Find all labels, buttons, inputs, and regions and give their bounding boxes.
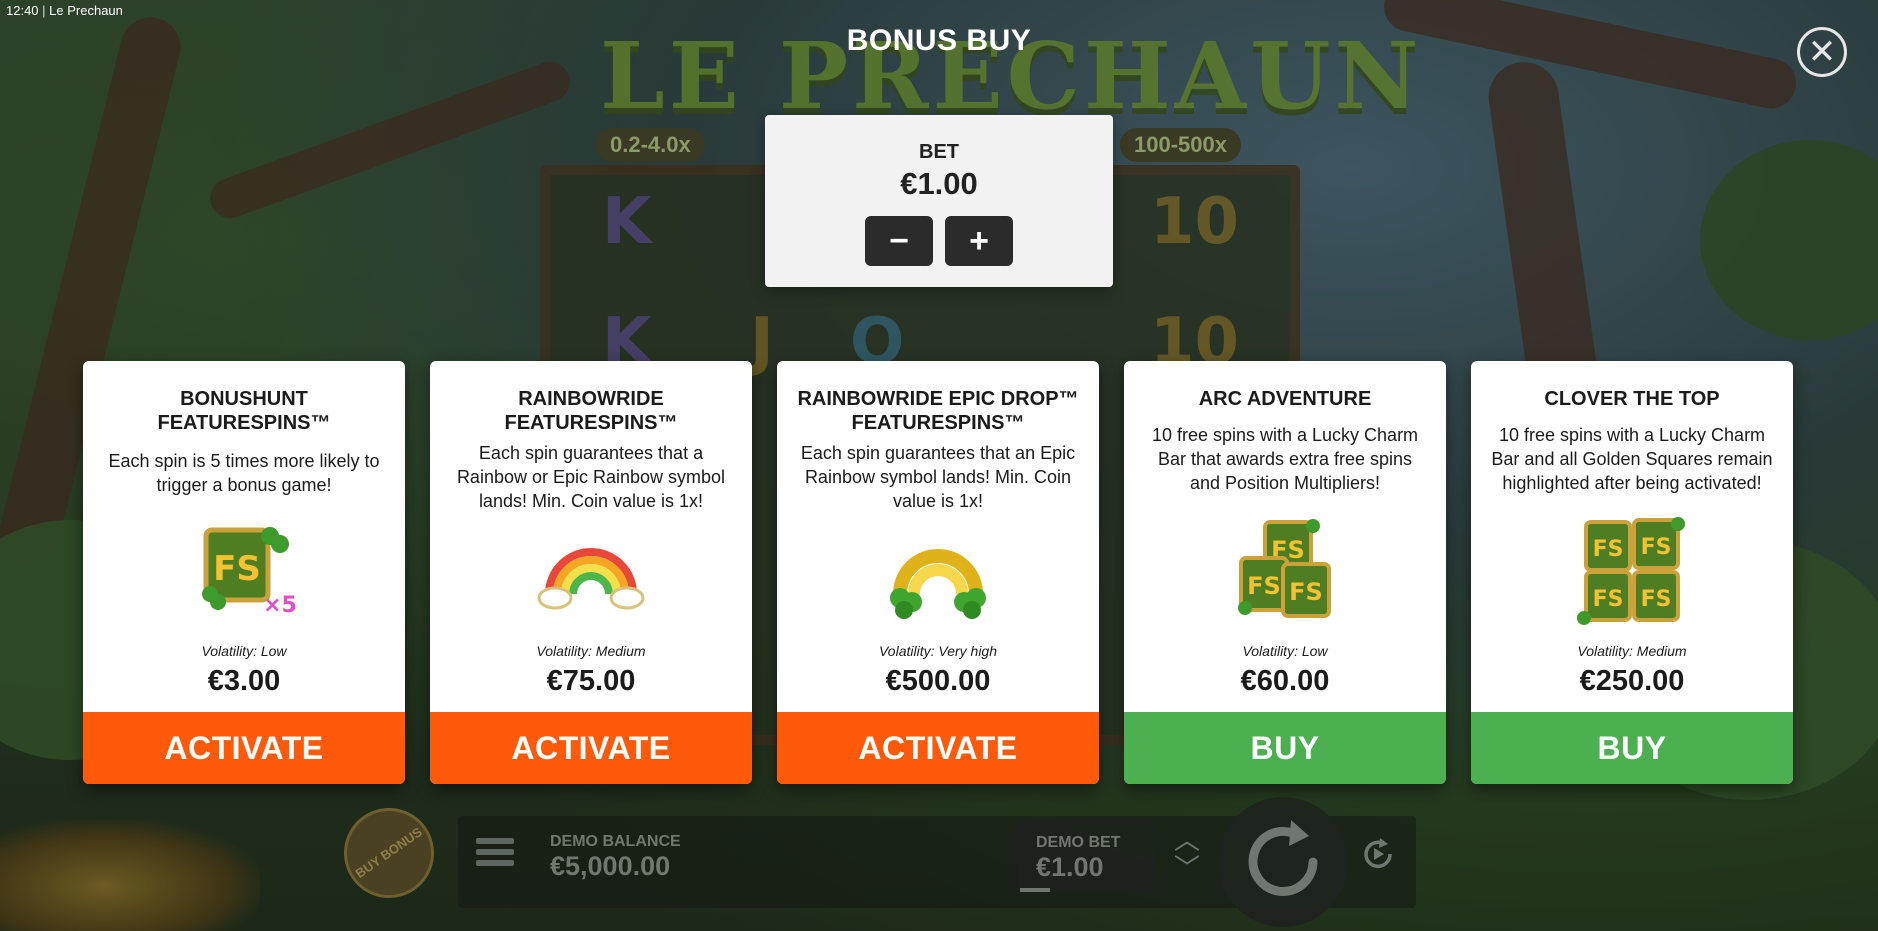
svg-text:×5: ×5 xyxy=(263,593,297,618)
demo-balance-label: DEMO BALANCE xyxy=(550,833,681,850)
bonus-card-bonushunt: BONUSHUNT FEATURESPINS™ Each spin is 5 t… xyxy=(83,361,405,784)
plus-icon: + xyxy=(969,221,989,260)
card-price: €3.00 xyxy=(207,665,281,697)
buy-button[interactable]: BUY xyxy=(1124,712,1446,784)
decrease-bet-button[interactable]: − xyxy=(865,216,933,266)
increase-bet-button[interactable]: + xyxy=(945,216,1013,266)
bonus-card-rainbowride: RAINBOWRIDE FEATURESPINS™ Each spin guar… xyxy=(430,361,752,784)
clock: 12:40 xyxy=(6,3,39,18)
demo-bet-value: €1.00 xyxy=(1036,852,1104,882)
minus-icon: − xyxy=(889,221,909,260)
svg-text:FS: FS xyxy=(1641,535,1672,560)
gold-coins-pile xyxy=(0,820,260,931)
card-volatility: Volatility: Low xyxy=(201,643,287,659)
activate-button[interactable]: ACTIVATE xyxy=(430,712,752,784)
card-price: €60.00 xyxy=(1240,665,1330,697)
bonus-cards: BONUSHUNT FEATURESPINS™ Each spin is 5 t… xyxy=(83,361,1795,784)
card-price: €75.00 xyxy=(546,665,636,697)
menu-button[interactable] xyxy=(476,838,514,872)
card-description: 10 free spins with a Lucky Charm Bar tha… xyxy=(1151,425,1419,493)
demo-balance-value: €5,000.00 xyxy=(550,851,671,881)
card-volatility: Volatility: Low xyxy=(1242,643,1328,659)
card-title: BONUSHUNT FEATURESPINS™ xyxy=(157,388,331,434)
spin-icon xyxy=(1248,820,1318,896)
multiplier-range-right: 100-500x xyxy=(1120,128,1241,162)
status-bar: 12:40 | Le Prechaun xyxy=(6,3,123,18)
modal-title: BONUS BUY xyxy=(846,24,1032,57)
card-price: €500.00 xyxy=(885,665,991,697)
app-title: Le Prechaun xyxy=(49,3,123,18)
rainbow-icon xyxy=(531,516,651,626)
demo-bet-label: DEMO BET xyxy=(1036,834,1121,851)
svg-text:FS: FS xyxy=(1641,587,1672,612)
card-title: RAINBOWRIDE FEATURESPINS™ xyxy=(504,388,678,434)
card-description: Each spin guarantees that a Rainbow or E… xyxy=(456,443,726,511)
card-title: RAINBOWRIDE EPIC DROP™ FEATURESPINS™ xyxy=(797,388,1079,434)
bet-arrows[interactable]: ︿ ﹀ xyxy=(1172,826,1202,886)
fs-quad-icon: FS FS FS FS xyxy=(1572,516,1692,626)
svg-text:FS: FS xyxy=(1289,578,1323,606)
fs-x5-icon: FS ×5 xyxy=(184,516,304,626)
close-button[interactable]: ✕ xyxy=(1797,27,1847,77)
close-icon: ✕ xyxy=(1807,33,1837,71)
spin-button[interactable] xyxy=(1218,797,1348,927)
card-title: CLOVER THE TOP xyxy=(1544,388,1720,410)
bet-level-indicator xyxy=(1020,888,1050,892)
svg-text:FS: FS xyxy=(213,549,261,589)
fs-triple-icon: FS FS FS xyxy=(1225,516,1345,626)
chevron-down-icon[interactable]: ﹀ xyxy=(1172,854,1202,882)
svg-text:FS: FS xyxy=(1247,572,1281,600)
activate-button[interactable]: ACTIVATE xyxy=(777,712,1099,784)
multiplier-range-left: 0.2-4.0x xyxy=(596,128,705,162)
bonus-card-rainbowride-epic-drop: RAINBOWRIDE EPIC DROP™ FEATURESPINS™ Eac… xyxy=(777,361,1099,784)
svg-text:FS: FS xyxy=(1593,537,1624,562)
card-price: €250.00 xyxy=(1579,665,1685,697)
bet-value: €1.00 xyxy=(900,166,978,201)
autoplay-button[interactable] xyxy=(1360,836,1396,872)
card-description: Each spin is 5 times more likely to trig… xyxy=(108,451,380,495)
golden-rainbow-icon xyxy=(878,516,998,626)
bonus-card-arc-adventure: ARC ADVENTURE 10 free spins with a Lucky… xyxy=(1124,361,1446,784)
bonus-card-clover-the-top: CLOVER THE TOP 10 free spins with a Luck… xyxy=(1471,361,1793,784)
card-title: ARC ADVENTURE xyxy=(1198,388,1372,410)
buy-button[interactable]: BUY xyxy=(1471,712,1793,784)
svg-text:FS: FS xyxy=(1593,587,1624,612)
card-volatility: Volatility: Medium xyxy=(536,643,646,659)
card-volatility: Volatility: Very high xyxy=(878,643,997,659)
card-volatility: Volatility: Medium xyxy=(1577,643,1687,659)
autoplay-icon xyxy=(1364,838,1392,869)
card-description: Each spin guarantees that an Epic Rainbo… xyxy=(800,443,1076,511)
card-description: 10 free spins with a Lucky Charm Bar and… xyxy=(1491,425,1773,493)
chevron-up-icon[interactable]: ︿ xyxy=(1172,826,1202,854)
activate-button[interactable]: ACTIVATE xyxy=(83,712,405,784)
bet-panel: BET €1.00 − + xyxy=(765,115,1113,287)
bet-label: BET xyxy=(919,141,959,163)
